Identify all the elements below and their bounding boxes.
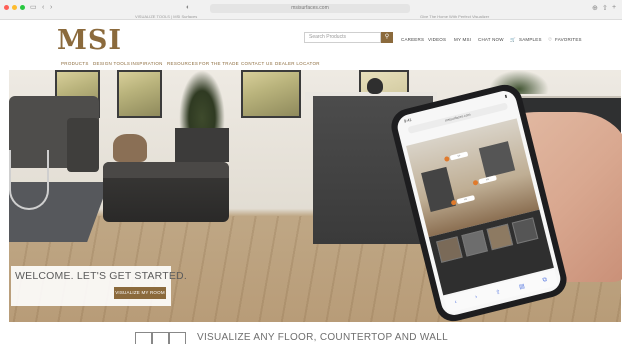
tab-right[interactable]: Give The Home With Perfect Visualizer — [420, 14, 489, 19]
back-icon[interactable]: ‹ — [42, 4, 44, 11]
new-tab-icon[interactable]: + — [612, 4, 616, 11]
welcome-heading: WELCOME. LET'S GET STARTED. — [15, 270, 187, 282]
ottoman-top — [103, 162, 229, 178]
phone-tag: ▭ — [456, 194, 476, 205]
share-icon: ⇧ — [495, 288, 502, 297]
visualize-my-room-button[interactable]: VISUALIZE MY ROOM — [114, 287, 166, 299]
address-bar[interactable]: msisurfaces.com — [210, 4, 410, 13]
book-icon: ▤ — [518, 283, 526, 291]
close-window-icon[interactable] — [4, 5, 9, 10]
room-window — [478, 141, 516, 178]
forward-icon: › — [474, 294, 478, 301]
room-cabinet — [421, 166, 456, 212]
nav-resources[interactable]: RESOURCES — [167, 61, 198, 66]
hotspot-icon — [472, 179, 479, 186]
search-button[interactable]: ⚲ — [381, 32, 393, 43]
util-chat-now[interactable]: CHAT NOW — [478, 37, 504, 42]
phone-tag: ▭ — [478, 175, 497, 185]
util-careers[interactable]: CAREERS — [401, 37, 424, 42]
tab-strip: VISUALIZE TOOLS | MSI Surfaces Give The … — [130, 14, 590, 20]
vase — [367, 78, 383, 94]
download-icon[interactable]: ⊕ — [592, 4, 598, 12]
phone-tag: ▭ — [449, 151, 469, 161]
minimize-window-icon[interactable] — [12, 5, 17, 10]
visualize-heading: VISUALIZE ANY FLOOR, COUNTERTOP AND WALL — [197, 332, 448, 343]
window-pane — [241, 70, 301, 118]
util-samples[interactable]: SAMPLES — [519, 37, 542, 42]
floor-square-icon — [135, 332, 152, 344]
search-input[interactable]: Search Products — [304, 32, 381, 43]
heart-icon[interactable]: ♡ — [548, 37, 552, 43]
cart-icon[interactable]: 🛒 — [510, 37, 516, 43]
util-favorites[interactable]: FAVORITES — [555, 37, 582, 42]
window-controls[interactable] — [4, 5, 25, 10]
nav-dealer-locator[interactable]: DEALER LOCATOR — [275, 61, 320, 66]
shield-icon[interactable]: ◐ — [186, 4, 190, 11]
nav-for-the-trade[interactable]: FOR THE TRADE — [199, 61, 239, 66]
phone-time: 9:41 — [403, 116, 413, 124]
forward-icon[interactable]: › — [50, 4, 52, 11]
nav-inspiration[interactable]: INSPIRATION — [131, 61, 163, 66]
side-table — [9, 150, 49, 210]
nav-design-tools[interactable]: DESIGN TOOLS — [93, 61, 130, 66]
tab-left[interactable]: VISUALIZE TOOLS | MSI Surfaces — [135, 14, 197, 19]
share-icon[interactable]: ⇧ — [602, 4, 608, 12]
msi-logo[interactable]: MSI — [57, 27, 122, 54]
search-icon: ⚲ — [384, 34, 390, 40]
util-my-msi[interactable]: MY MSI — [454, 37, 471, 42]
window-pane — [117, 70, 162, 118]
planter — [175, 128, 229, 162]
sofa-arm — [67, 118, 99, 172]
tabs-icon: ⧉ — [542, 276, 548, 284]
basket — [113, 134, 147, 162]
nav-contact-us[interactable]: CONTACT US — [241, 61, 273, 66]
back-icon: ‹ — [454, 299, 458, 306]
nav-products[interactable]: PRODUCTS — [61, 61, 89, 66]
hotspot-icon — [443, 155, 450, 162]
page: ▭ ‹ › ◐ msisurfaces.com VISUALIZE TOOLS … — [0, 0, 622, 344]
util-videos[interactable]: VIDEOS — [428, 37, 446, 42]
battery-icon: ▮ — [504, 93, 508, 99]
countertop-square-icon — [152, 332, 169, 344]
sidebar-icon[interactable]: ▭ — [30, 4, 37, 11]
zoom-window-icon[interactable] — [20, 5, 25, 10]
wall-square-icon — [169, 332, 186, 344]
plant — [179, 70, 225, 130]
browser-chrome: ▭ ‹ › ◐ msisurfaces.com VISUALIZE TOOLS … — [0, 0, 622, 20]
visualizer-icons — [135, 332, 186, 344]
